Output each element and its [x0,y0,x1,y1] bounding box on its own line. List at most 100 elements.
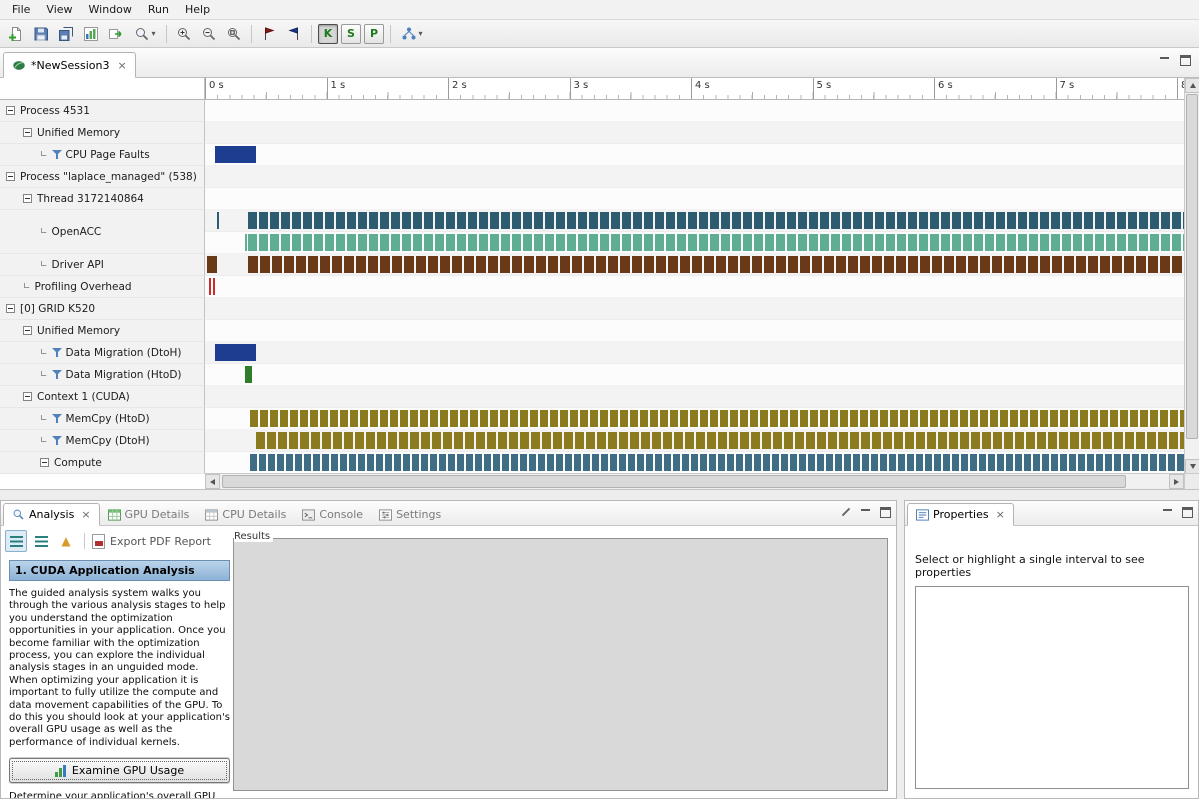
timeline-row-label[interactable]: Context 1 (CUDA) [0,386,205,408]
timeline-track[interactable] [205,100,1184,122]
timeline-row-label[interactable]: ∟Data Migration (DtoH) [0,342,205,364]
timeline-track[interactable] [205,386,1184,408]
timeline-track[interactable] [205,122,1184,144]
timeline-row-label[interactable]: Process 4531 [0,100,205,122]
maximize-button[interactable] [1180,55,1191,66]
prev-marker-button[interactable] [282,22,306,46]
filter-icon[interactable] [52,370,62,380]
export-pdf-button[interactable]: Export PDF Report [92,534,211,549]
collapse-icon[interactable] [40,458,49,467]
profile-chart-button[interactable] [79,22,103,46]
timeline-interval[interactable] [217,212,219,229]
kernel-toggle-button[interactable]: K [318,24,338,44]
vertical-scrollbar[interactable] [1184,78,1199,474]
filter-icon[interactable] [52,150,62,160]
timeline-row-label[interactable]: Thread 3172140864 [0,188,205,210]
menu-view[interactable]: View [38,1,80,18]
minimize-button[interactable] [1162,507,1173,518]
timeline-track[interactable] [205,320,1184,342]
timeline-track[interactable] [205,364,1184,386]
timeline-track[interactable] [205,188,1184,210]
timeline-row-label[interactable]: ∟MemCpy (HtoD) [0,408,205,430]
scroll-left-button[interactable] [205,474,220,489]
export-button[interactable] [104,22,128,46]
save-button[interactable] [29,22,53,46]
save-all-button[interactable] [54,22,78,46]
analysis-wizard-button[interactable]: ▾ [396,22,428,46]
examine-gpu-usage-button[interactable]: Examine GPU Usage [9,758,230,783]
collapse-icon[interactable] [23,326,32,335]
tab-analysis[interactable]: Analysis × [3,503,100,526]
interval-band[interactable] [248,256,1184,273]
timeline-row-label[interactable]: ∟Data Migration (HtoD) [0,364,205,386]
interval-band[interactable] [248,212,1184,229]
horizontal-scroll-thumb[interactable] [222,475,1126,488]
collapse-icon[interactable] [6,172,15,181]
maximize-button[interactable] [1182,507,1193,518]
timeline-track[interactable] [205,210,1184,232]
timeline-track[interactable] [205,342,1184,364]
timeline-interval[interactable] [245,366,252,383]
timeline-track[interactable] [205,166,1184,188]
new-session-button[interactable] [4,22,28,46]
maximize-button[interactable] [880,507,891,518]
minimize-button[interactable] [1159,55,1170,66]
timeline-row-label[interactable]: Unified Memory [0,122,205,144]
tab-properties[interactable]: Properties × [907,503,1014,526]
scroll-right-button[interactable] [1169,474,1184,489]
tab-newsession3[interactable]: *NewSession3 × [3,52,136,78]
timeline-track[interactable] [205,232,1184,254]
timeline-interval[interactable] [207,256,217,273]
timeline-track[interactable] [205,298,1184,320]
search-menu-button[interactable]: ▾ [129,22,161,46]
interval-band[interactable] [250,454,1184,471]
menu-file[interactable]: File [4,1,38,18]
collapse-icon[interactable] [23,392,32,401]
vertical-sash[interactable] [897,500,904,799]
filter-icon[interactable] [52,436,62,446]
menu-window[interactable]: Window [81,1,140,18]
menu-run[interactable]: Run [140,1,177,18]
timeline-row-label[interactable]: ∟MemCpy (DtoH) [0,430,205,452]
close-icon[interactable]: × [81,508,90,521]
collapse-icon[interactable] [6,304,15,313]
guided-analysis-button[interactable] [5,530,27,552]
timeline-track[interactable] [205,144,1184,166]
timeline-row-label[interactable]: Process "laplace_managed" (538) [0,166,205,188]
timeline-track[interactable] [205,254,1184,276]
timeline-interval[interactable] [215,344,256,361]
tab-cpu-details[interactable]: CPU Details [197,503,294,526]
timeline-track[interactable] [205,408,1184,430]
collapse-icon[interactable] [23,194,32,203]
tab-gpu-details[interactable]: GPU Details [100,503,198,526]
zoom-out-button[interactable] [197,22,221,46]
close-icon[interactable]: × [996,508,1005,521]
timeline-track[interactable] [205,430,1184,452]
tab-settings[interactable]: Settings [371,503,449,526]
horizontal-scrollbar[interactable] [205,473,1184,489]
timeline-track[interactable] [205,452,1184,474]
filter-icon[interactable] [52,414,62,424]
timeline-row-label[interactable]: ∟OpenACC [0,210,205,254]
zoom-in-button[interactable] [172,22,196,46]
timeline-row-label[interactable]: Unified Memory [0,320,205,342]
collapse-icon[interactable] [6,106,15,115]
zoom-fit-button[interactable] [222,22,246,46]
process-toggle-button[interactable]: P [364,24,384,44]
scroll-down-button[interactable] [1185,459,1199,474]
timeline-row-label[interactable]: [0] GRID K520 [0,298,205,320]
timeline-interval[interactable] [209,278,211,295]
unguided-analysis-button[interactable] [30,530,52,552]
timeline-row-label[interactable]: Compute [0,452,205,474]
menu-help[interactable]: Help [177,1,218,18]
timeline-interval[interactable] [213,278,215,295]
collapse-icon[interactable] [23,128,32,137]
vertical-scroll-thumb[interactable] [1186,94,1198,439]
stream-toggle-button[interactable]: S [341,24,361,44]
scroll-up-button[interactable] [1185,78,1199,93]
interval-band[interactable] [256,432,1184,449]
timeline-track[interactable] [205,276,1184,298]
minimize-button[interactable] [860,507,871,518]
filter-icon[interactable] [52,348,62,358]
timeline-interval[interactable] [215,146,256,163]
